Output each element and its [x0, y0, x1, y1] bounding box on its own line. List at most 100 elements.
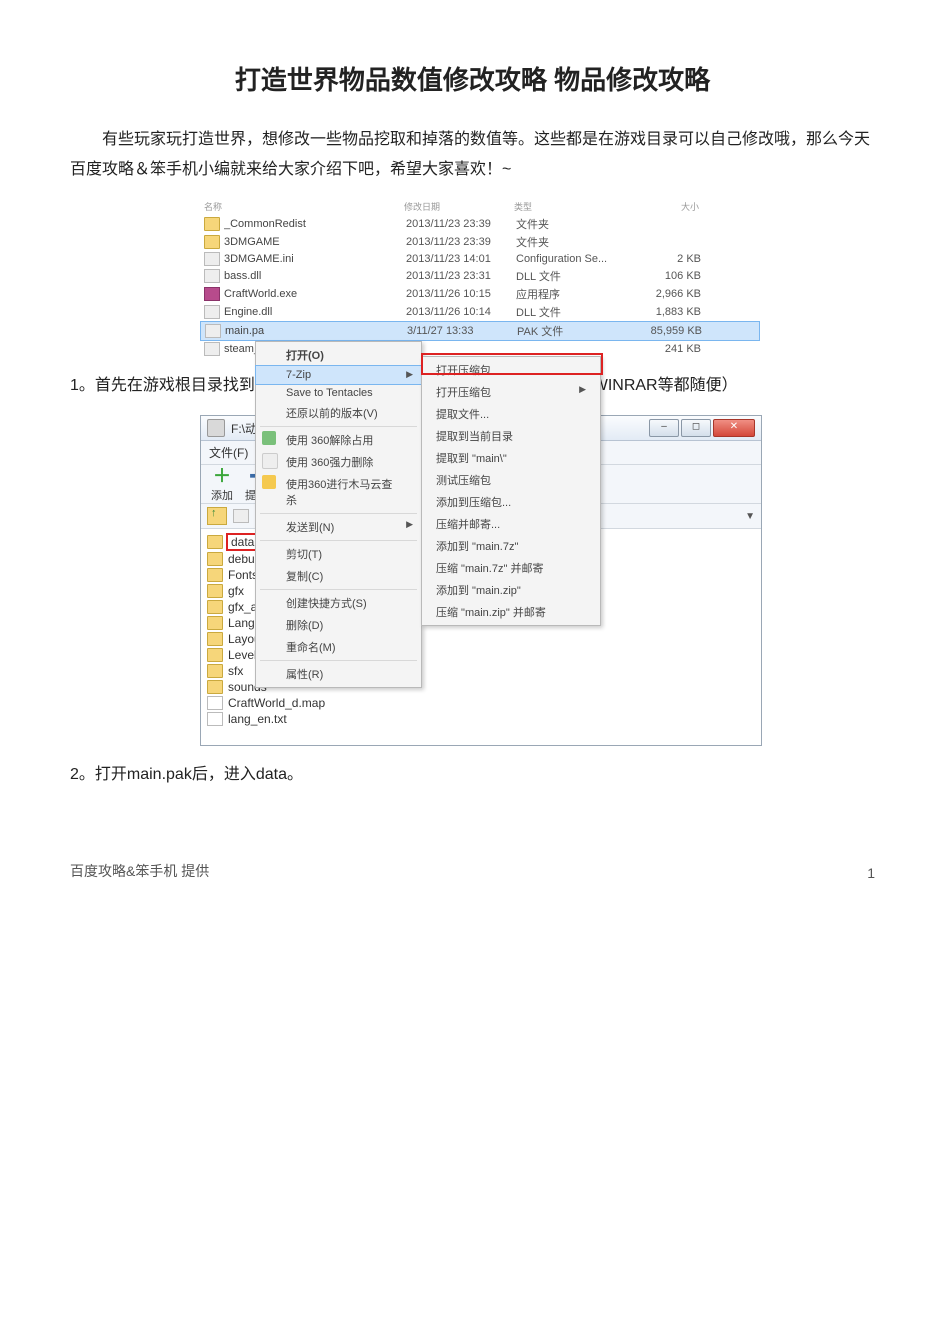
file-icon: [204, 269, 220, 283]
item-icon: [207, 535, 223, 549]
intro-paragraph: 有些玩家玩打造世界，想修改一些物品挖取和掉落的数值等。这些都是在游戏目录可以自己…: [70, 125, 875, 186]
file-date: 2013/11/23 23:31: [406, 270, 516, 282]
context-menu-item[interactable]: 打开(O): [256, 344, 421, 366]
item-name: CraftWorld_d.map: [228, 696, 325, 710]
file-date: 3/11/27 13:33: [407, 325, 517, 337]
archive-item[interactable]: lang_en.txt: [207, 711, 377, 727]
item-icon: [207, 712, 223, 726]
context-menu-item[interactable]: Save to Tentacles: [256, 384, 421, 402]
context-menu-item[interactable]: 使用 360强力删除: [256, 451, 421, 473]
toolbar-button[interactable]: ＋添加: [205, 467, 239, 503]
file-name: 3DMGAME.ini: [224, 253, 406, 265]
minimize-button[interactable]: –: [649, 419, 679, 437]
file-date: 2013/11/23 14:01: [406, 253, 516, 265]
page-title: 打造世界物品数值修改攻略 物品修改攻略: [70, 60, 875, 97]
toolbar-icon: ＋: [205, 467, 239, 487]
context-menu[interactable]: 打开(O)7-Zip▶Save to Tentacles还原以前的版本(V) 使用…: [255, 341, 422, 688]
submenu-item[interactable]: 压缩 "main.zip" 并邮寄: [422, 601, 600, 623]
item-icon: [207, 696, 223, 710]
file-row[interactable]: bass.dll2013/11/23 23:31DLL 文件106 KB: [200, 267, 760, 285]
item-icon: [207, 552, 223, 566]
file-type: 文件夹: [516, 216, 631, 232]
submenu-item[interactable]: 提取文件...: [422, 403, 600, 425]
file-name: 3DMGAME: [224, 236, 406, 248]
file-icon: [204, 305, 220, 319]
submenu-7zip[interactable]: 打开压缩包打开压缩包▶提取文件...提取到当前目录提取到 "main\"测试压缩…: [421, 356, 601, 626]
file-type: DLL 文件: [516, 268, 631, 284]
toolbar-label: 添加: [205, 487, 239, 503]
dropdown-icon[interactable]: ▼: [745, 511, 755, 522]
footer-source: 百度攻略&笨手机 提供: [70, 863, 209, 879]
submenu-item[interactable]: 添加到压缩包...: [422, 491, 600, 513]
menu-item[interactable]: 文件(F): [209, 444, 248, 461]
item-icon: [207, 632, 223, 646]
file-type: Configuration Se...: [516, 253, 631, 265]
item-icon: [207, 568, 223, 582]
col-name: 名称: [204, 200, 404, 213]
file-name: CraftWorld.exe: [224, 288, 406, 300]
context-menu-item[interactable]: 使用 360解除占用: [256, 429, 421, 451]
context-menu-item[interactable]: 发送到(N)▶: [256, 516, 421, 538]
submenu-item[interactable]: 打开压缩包▶: [422, 381, 600, 403]
archive-item[interactable]: CraftWorld_d.map: [207, 695, 377, 711]
step-2: 2。打开main.pak后，进入data。: [70, 760, 875, 790]
window-buttons: – ◻ ✕: [649, 419, 755, 437]
item-icon: [207, 616, 223, 630]
context-menu-item[interactable]: 重命名(M): [256, 636, 421, 658]
maximize-button[interactable]: ◻: [681, 419, 711, 437]
file-type: 应用程序: [516, 286, 631, 302]
file-icon: [204, 252, 220, 266]
file-row[interactable]: Engine.dll2013/11/26 10:14DLL 文件1,883 KB: [200, 303, 760, 321]
path-icon: [233, 509, 249, 523]
item-name: Fonts: [228, 568, 258, 582]
context-menu-item[interactable]: 复制(C): [256, 565, 421, 587]
context-menu-item[interactable]: 7-Zip▶: [255, 365, 422, 385]
item-icon: [207, 648, 223, 662]
file-icon: [204, 217, 220, 231]
context-menu-item[interactable]: 创建快捷方式(S): [256, 592, 421, 614]
submenu-item[interactable]: 添加到 "main.7z": [422, 535, 600, 557]
file-date: 2013/11/23 23:39: [406, 218, 516, 230]
file-date: 2013/11/26 10:14: [406, 306, 516, 318]
submenu-item[interactable]: 压缩 "main.7z" 并邮寄: [422, 557, 600, 579]
context-menu-item[interactable]: 使用360进行木马云查杀: [256, 473, 421, 511]
page-footer: 百度攻略&笨手机 提供 1: [70, 861, 875, 881]
file-row[interactable]: 3DMGAME2013/11/23 23:39文件夹: [200, 233, 760, 251]
col-type: 类型: [514, 200, 629, 213]
file-size: 106 KB: [631, 270, 701, 282]
context-menu-item[interactable]: 剪切(T): [256, 543, 421, 565]
submenu-item[interactable]: 提取到 "main\": [422, 447, 600, 469]
submenu-item[interactable]: 测试压缩包: [422, 469, 600, 491]
file-date: 2013/11/26 10:15: [406, 288, 516, 300]
file-row[interactable]: _CommonRedist2013/11/23 23:39文件夹: [200, 215, 760, 233]
item-name: sfx: [228, 664, 243, 678]
context-menu-item[interactable]: 删除(D): [256, 614, 421, 636]
submenu-item[interactable]: 打开压缩包: [422, 359, 600, 381]
context-menu-item[interactable]: 属性(R): [256, 663, 421, 685]
close-button[interactable]: ✕: [713, 419, 755, 437]
file-size: 1,883 KB: [631, 306, 701, 318]
item-name: Lang: [228, 616, 255, 630]
column-headers: 名称 修改日期 类型 大小: [200, 198, 760, 215]
submenu-item[interactable]: 压缩并邮寄...: [422, 513, 600, 535]
context-menu-item[interactable]: 还原以前的版本(V): [256, 402, 421, 424]
up-folder-icon[interactable]: [207, 507, 227, 525]
file-row[interactable]: CraftWorld.exe2013/11/26 10:15应用程序2,966 …: [200, 285, 760, 303]
file-row[interactable]: 3DMGAME.ini2013/11/23 14:01Configuration…: [200, 251, 760, 267]
col-size: 大小: [629, 200, 699, 213]
col-date: 修改日期: [404, 200, 514, 213]
file-row[interactable]: main.pa3/11/27 13:33PAK 文件85,959 KB: [200, 321, 760, 341]
submenu-item[interactable]: 提取到当前目录: [422, 425, 600, 447]
file-size: 2 KB: [631, 253, 701, 265]
file-icon: [204, 342, 220, 356]
app-icon: [207, 419, 225, 437]
file-name: main.pa: [225, 325, 407, 337]
file-list: _CommonRedist2013/11/23 23:39文件夹3DMGAME2…: [200, 215, 760, 357]
submenu-item[interactable]: 添加到 "main.zip": [422, 579, 600, 601]
file-icon: [204, 287, 220, 301]
file-name: bass.dll: [224, 270, 406, 282]
file-type: 文件夹: [516, 234, 631, 250]
screenshot-explorer: 名称 修改日期 类型 大小 _CommonRedist2013/11/23 23…: [200, 198, 760, 357]
file-date: 2013/11/23 23:39: [406, 236, 516, 248]
file-size: 2,966 KB: [631, 288, 701, 300]
